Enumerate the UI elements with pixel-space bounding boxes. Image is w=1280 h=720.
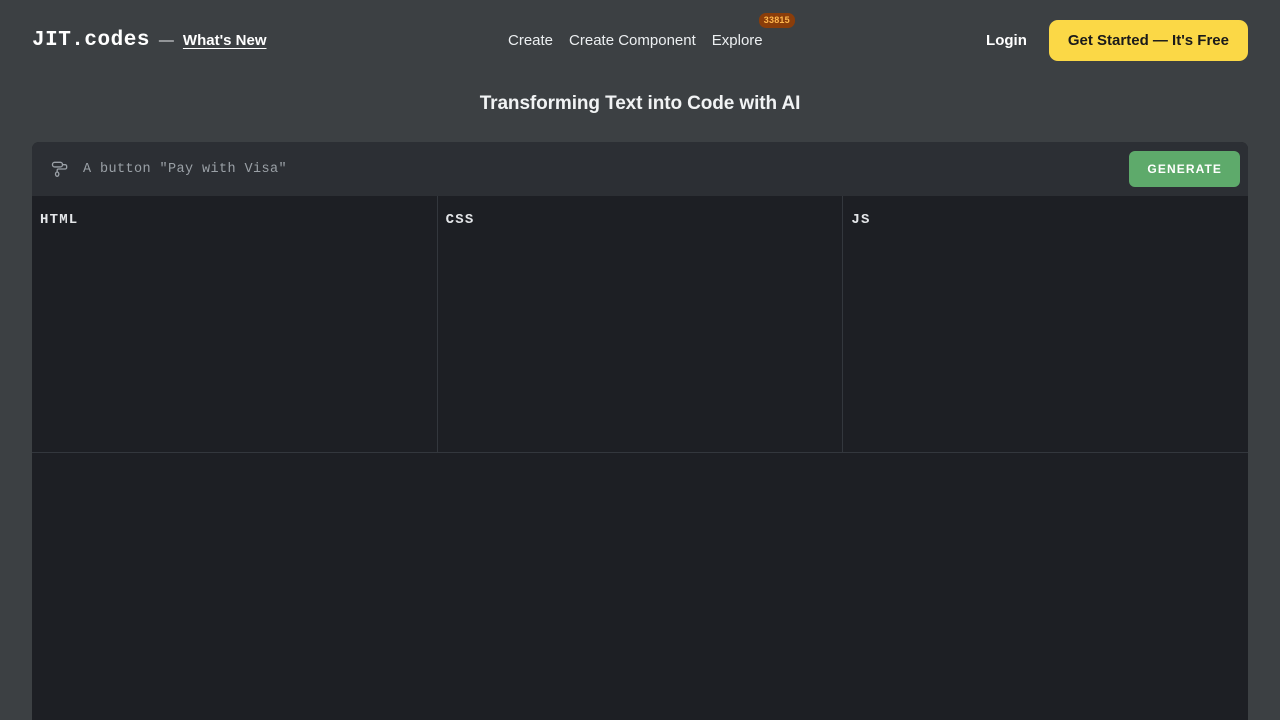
prompt-input[interactable] — [83, 162, 1129, 177]
prompt-bar: GENERATE — [32, 142, 1248, 196]
brand: JIT.codes — What's New — [32, 29, 267, 52]
brand-logo[interactable]: JIT.codes — [32, 29, 150, 52]
login-link[interactable]: Login — [986, 32, 1027, 49]
editor-code-css[interactable] — [438, 228, 843, 240]
editor-pane-html[interactable]: HTML — [32, 196, 437, 452]
nav-item-explore[interactable]: Explore 33815 — [712, 32, 763, 49]
editor-label-html: HTML — [32, 196, 437, 228]
editor-label-js: JS — [843, 196, 1248, 228]
main-nav: Create Create Component Explore 33815 — [508, 0, 763, 81]
nav-item-create-component[interactable]: Create Component — [569, 32, 696, 49]
get-started-button[interactable]: Get Started — It's Free — [1049, 20, 1248, 61]
editor-code-html[interactable] — [32, 228, 437, 240]
editor-pane-js[interactable]: JS — [842, 196, 1248, 452]
site-header: JIT.codes — What's New Create Create Com… — [0, 0, 1280, 81]
nav-item-create[interactable]: Create — [508, 32, 553, 49]
header-actions: Login Get Started — It's Free — [986, 0, 1248, 81]
generate-button[interactable]: GENERATE — [1129, 151, 1240, 187]
brand-separator: — — [159, 32, 174, 49]
preview-area — [32, 453, 1248, 720]
app-panel: GENERATE HTML CSS JS — [32, 142, 1248, 720]
explore-count-badge: 33815 — [759, 13, 795, 28]
editor-pane-css[interactable]: CSS — [437, 196, 843, 452]
editor-label-css: CSS — [438, 196, 843, 228]
whats-new-link[interactable]: What's New — [183, 32, 267, 49]
editor-code-js[interactable] — [843, 228, 1248, 240]
paint-roller-icon — [49, 158, 71, 180]
page-title: Transforming Text into Code with AI — [0, 93, 1280, 115]
code-editors: HTML CSS JS — [32, 196, 1248, 453]
nav-item-explore-label: Explore — [712, 32, 763, 49]
